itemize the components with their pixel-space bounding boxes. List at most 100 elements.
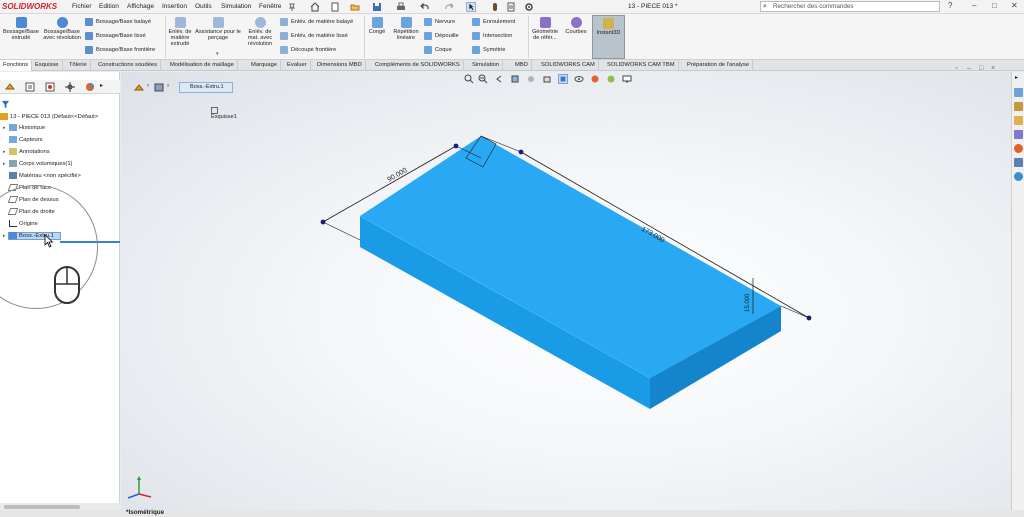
bossage-frontiere-button[interactable]: Bossage/Base frontière [85,45,155,55]
search-input[interactable]: ⌕ Rechercher des commandes [760,1,940,12]
home-icon[interactable] [310,2,320,12]
bossage-lisse-button[interactable]: Bossage/Base lissé [85,31,146,41]
file-properties-icon[interactable] [506,2,516,12]
depouille-button[interactable]: Dépouille [424,31,459,41]
dimension-handle[interactable] [806,315,812,321]
assistance-percage-button[interactable]: Assistance pour le perçage ▾ [195,15,241,57]
tab-preparation-analyse[interactable]: Préparation de l'analyse [684,60,754,71]
tree-root-part[interactable]: 13 - PIECE 013 (Défaut<<Défaut> [0,113,98,122]
tree-item-historique[interactable]: Historique [9,124,45,133]
restore-view-icon[interactable]: ▫ [955,65,957,72]
tab-mbd[interactable]: MBD [512,60,532,71]
close-icon[interactable]: × [991,65,995,72]
dimension-handle[interactable] [453,143,459,149]
symetrie-button[interactable]: Symétrie [472,45,505,55]
bossage-extrude-button[interactable]: Bossage/Base extrudé [1,15,41,41]
menu-simulation[interactable]: Simulation [221,3,251,10]
redo-icon[interactable] [444,2,454,12]
part-model-viewport[interactable]: 90.000 173.000 15.000 [121,72,1011,510]
tab-fonctions[interactable]: Fonctions [0,60,33,71]
expand-arrow-icon[interactable]: ▸ [3,161,6,167]
rebuild-icon[interactable] [490,2,500,12]
conge-button[interactable]: Congé [366,15,388,35]
dimension-handle[interactable] [320,219,326,225]
expand-arrow-icon[interactable]: ▸ [1015,74,1018,81]
courbes-button[interactable]: Courbes [562,15,590,35]
tree-item-materiau[interactable]: Matériau <non spécifié> [9,172,81,181]
tab-constructions-soudees[interactable]: Constructions soudées [95,60,161,71]
tree-item-capteurs[interactable]: Capteurs [9,136,43,145]
bossage-revolution-button[interactable]: Bossage/Base avec révolution [43,15,81,41]
scrollbar-thumb[interactable] [4,505,80,509]
minimize-icon[interactable]: – [972,1,976,10]
tab-solidworks-cam[interactable]: SOLIDWORKS CAM [538,60,599,71]
close-icon[interactable]: ✕ [1011,1,1018,10]
expand-arrow-icon[interactable]: ▸ [3,125,6,131]
view-palette-icon[interactable] [1014,130,1023,139]
app-logo: SOLIDWORKS [2,2,58,11]
help-icon[interactable]: ? [948,1,952,10]
enlev-extrude-button[interactable]: Enlév. de matière extrudé [168,15,192,47]
menu-edition[interactable]: Edition [99,3,119,10]
tab-marquage[interactable]: Marquage [248,60,282,71]
design-library-icon[interactable] [1014,102,1023,111]
file-explorer-icon[interactable] [1014,116,1023,125]
coque-button[interactable]: Coque [424,45,452,55]
custom-properties-icon[interactable] [1014,158,1023,167]
enroulement-button[interactable]: Enroulement [472,17,515,27]
menu-fichier[interactable]: Fichier [72,3,92,10]
tree-item-corps-volumiques[interactable]: Corps volumiques(1) [9,160,72,169]
property-manager-icon[interactable] [24,81,36,93]
minimize-icon[interactable]: – [967,65,971,72]
document-title: 13 - PIECE 013 * [628,3,678,10]
select-arrow-icon[interactable] [466,2,476,12]
tab-complements[interactable]: Compléments de SOLIDWORKS [372,60,464,71]
menu-fenetre[interactable]: Fenêtre [259,3,281,10]
chevron-right-icon[interactable]: ▸ [100,82,103,89]
expand-arrow-icon[interactable]: ▸ [3,149,6,155]
new-document-icon[interactable] [330,2,340,12]
filter-icon[interactable] [1,100,10,109]
save-icon[interactable] [372,2,382,12]
appearances-icon[interactable] [1014,144,1023,153]
geometrie-reference-button[interactable]: Géométrie de référ... [530,15,560,41]
tab-solidworks-cam-tbm[interactable]: SOLIDWORKS CAM TBM [604,60,679,71]
tab-modelisation-maillage[interactable]: Modélisation de maillage [167,60,238,71]
horizontal-scrollbar[interactable] [0,503,120,510]
enlev-balaye-button[interactable]: Enlév. de matière balayé [280,17,353,27]
dimxpert-icon[interactable] [64,81,76,93]
chevron-down-icon[interactable]: ▾ [216,51,219,57]
tab-tolerie[interactable]: Tôlerie [66,60,91,71]
undo-icon[interactable] [420,2,430,12]
decoupe-frontiere-button[interactable]: Découpe frontière [280,45,336,55]
menu-outils[interactable]: Outils [195,3,212,10]
community-forum-icon[interactable] [1014,172,1023,181]
menu-affichage[interactable]: Affichage [127,3,154,10]
options-gear-icon[interactable] [524,2,534,12]
menu-insertion[interactable]: Insertion [162,3,187,10]
maximize-icon[interactable]: □ [992,1,997,10]
enlev-lisse-button[interactable]: Enlév. de matière lissé [280,31,348,41]
solidworks-resources-icon[interactable] [1014,88,1023,97]
repetition-lineaire-button[interactable]: Répétition linéaire [390,15,422,41]
bossage-balaye-button[interactable]: Bossage/Base balayé [85,17,151,27]
tab-simulation[interactable]: Simulation [469,60,504,71]
enlev-revolution-button[interactable]: Enlév. de mat. avec révolution [244,15,276,47]
dimension-handle[interactable] [518,149,524,155]
nervure-button[interactable]: Nervure [424,17,455,27]
configuration-manager-icon[interactable] [44,81,56,93]
maximize-icon[interactable]: □ [979,65,983,72]
intersection-button[interactable]: Intersection [472,31,512,41]
feature-manager-icon[interactable] [4,81,16,93]
tab-esquisse[interactable]: Esquisse [32,60,63,71]
instant3d-button[interactable]: Instant3D [592,15,625,59]
pin-icon[interactable] [287,2,297,12]
tab-dimensions-mbd[interactable]: Dimensions MBD [314,60,366,71]
tab-evaluer[interactable]: Evaluer [284,60,311,71]
print-icon[interactable] [396,2,406,12]
display-manager-icon[interactable] [84,81,96,93]
tree-item-annotations[interactable]: Annotations [9,148,50,157]
graphics-area[interactable]: › › Boss.-Extru.1 Esquisse1 ▫ – □ × 90.0… [121,65,1011,510]
open-folder-icon[interactable] [350,2,360,12]
dimension-height-label[interactable]: 15.000 [745,293,751,312]
